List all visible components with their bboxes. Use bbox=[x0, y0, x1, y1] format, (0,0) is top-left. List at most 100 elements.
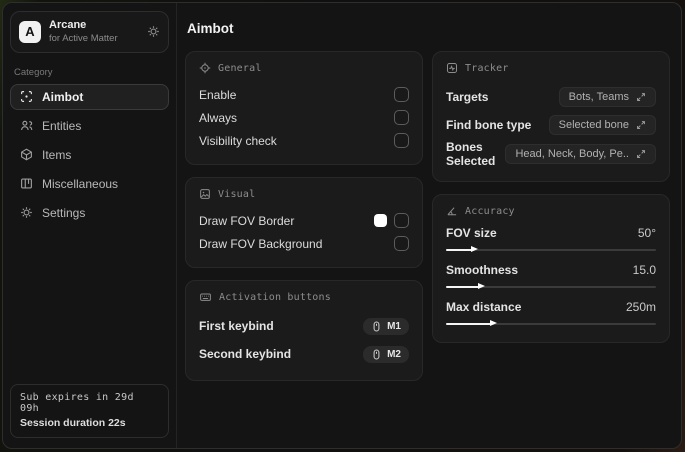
section-title: Accuracy bbox=[465, 205, 515, 217]
setting-row: Draw FOV Border bbox=[199, 209, 409, 232]
sidebar-item-settings[interactable]: Settings bbox=[10, 200, 169, 226]
right-column: Tracker Targets Bots, Teams Find bone ty… bbox=[432, 51, 670, 355]
slider-value: 50° bbox=[637, 226, 656, 240]
page-title: Aimbot bbox=[187, 21, 234, 36]
category-label: Category bbox=[14, 66, 53, 78]
slider-label: Smoothness bbox=[446, 263, 519, 277]
setting-label: Find bone type bbox=[446, 118, 532, 132]
always-checkbox[interactable] bbox=[394, 110, 409, 125]
keybind-value: M1 bbox=[387, 320, 401, 332]
cube-icon bbox=[20, 148, 33, 161]
slider-thumb[interactable] bbox=[490, 320, 498, 326]
first-keybind-button[interactable]: M1 bbox=[363, 317, 409, 335]
subscription-info: Sub expires in 29d 09h Session duration … bbox=[10, 384, 169, 438]
setting-label: Enable bbox=[199, 87, 237, 102]
smoothness-slider[interactable] bbox=[446, 282, 656, 291]
slider-value: 250m bbox=[625, 300, 656, 314]
sidebar-item-label: Items bbox=[42, 147, 72, 162]
bones-selected-dropdown[interactable]: Head, Neck, Body, Pe.. bbox=[505, 144, 656, 164]
section-title: Visual bbox=[218, 188, 256, 200]
setting-row: First keybind M1 bbox=[199, 312, 409, 340]
setting-row: Draw FOV Background bbox=[199, 232, 409, 255]
sidebar-item-label: Aimbot bbox=[42, 89, 84, 104]
slider-label: FOV size bbox=[446, 226, 497, 240]
gear-icon bbox=[20, 206, 33, 219]
sidebar-item-aimbot[interactable]: Aimbot bbox=[10, 83, 169, 110]
layout-icon bbox=[20, 177, 33, 190]
tracker-icon bbox=[446, 62, 458, 74]
sidebar-item-miscellaneous[interactable]: Miscellaneous bbox=[10, 171, 169, 197]
setting-row: Always bbox=[199, 106, 409, 129]
expand-icon bbox=[636, 149, 646, 159]
find-bone-type-dropdown[interactable]: Selected bone bbox=[548, 115, 656, 135]
main-content: Aimbot General Enable Always Visibility … bbox=[177, 3, 681, 448]
gear-icon[interactable] bbox=[147, 25, 160, 38]
app-name: Arcane bbox=[49, 19, 87, 31]
activation-buttons-section: Activation buttons First keybind M1 Seco… bbox=[185, 280, 423, 381]
sidebar: A Arcane for Active Matter Category Aimb bbox=[3, 3, 177, 448]
dropdown-value: Selected bone bbox=[558, 119, 629, 131]
expand-icon bbox=[636, 120, 646, 130]
visibility-check-checkbox[interactable] bbox=[394, 133, 409, 148]
app-subtitle: for Active Matter bbox=[49, 32, 118, 44]
section-title: Activation buttons bbox=[219, 291, 331, 303]
second-keybind-button[interactable]: M2 bbox=[363, 345, 409, 363]
sidebar-item-label: Settings bbox=[42, 205, 86, 220]
setting-row: Second keybind M2 bbox=[199, 340, 409, 368]
angle-icon bbox=[446, 205, 458, 217]
draw-fov-border-checkbox[interactable] bbox=[394, 213, 409, 228]
app-window: A Arcane for Active Matter Category Aimb bbox=[2, 2, 682, 449]
visual-section: Visual Draw FOV Border Draw FOV Backgrou… bbox=[185, 177, 423, 268]
max-distance-slider[interactable] bbox=[446, 319, 656, 328]
accuracy-section: Accuracy FOV size 50° Smoothness 15.0 Ma… bbox=[432, 194, 670, 343]
setting-row: Visibility check bbox=[199, 129, 409, 152]
sidebar-item-label: Entities bbox=[42, 118, 82, 133]
keybind-value: M2 bbox=[387, 348, 401, 360]
setting-label: First keybind bbox=[199, 319, 274, 333]
slider-thumb[interactable] bbox=[477, 283, 485, 289]
section-title: General bbox=[218, 62, 262, 74]
setting-label: Draw FOV Background bbox=[199, 236, 323, 251]
left-column: General Enable Always Visibility check V… bbox=[185, 51, 423, 393]
crosshair-scan-icon bbox=[20, 90, 33, 103]
sidebar-item-entities[interactable]: Entities bbox=[10, 113, 169, 139]
fov-size-slider[interactable] bbox=[446, 245, 656, 254]
entities-icon bbox=[20, 119, 33, 132]
setting-label: Visibility check bbox=[199, 133, 277, 148]
crosshair-icon bbox=[199, 62, 211, 74]
keyboard-icon bbox=[199, 291, 212, 303]
fov-size-slider-group: FOV size 50° bbox=[446, 226, 656, 254]
setting-label: Second keybind bbox=[199, 347, 292, 361]
draw-fov-background-checkbox[interactable] bbox=[394, 236, 409, 251]
app-logo: A bbox=[19, 20, 41, 43]
slider-label: Max distance bbox=[446, 300, 522, 314]
image-icon bbox=[199, 188, 211, 200]
app-header: A Arcane for Active Matter bbox=[10, 11, 169, 53]
expand-icon bbox=[636, 92, 646, 102]
session-duration-text: Session duration 22s bbox=[20, 417, 126, 429]
slider-value: 15.0 bbox=[632, 263, 656, 277]
setting-label: Always bbox=[199, 110, 238, 125]
max-distance-slider-group: Max distance 250m bbox=[446, 300, 656, 328]
mouse-icon bbox=[371, 349, 382, 360]
smoothness-slider-group: Smoothness 15.0 bbox=[446, 263, 656, 291]
dropdown-value: Head, Neck, Body, Pe.. bbox=[515, 148, 629, 160]
enable-checkbox[interactable] bbox=[394, 87, 409, 102]
targets-dropdown[interactable]: Bots, Teams bbox=[558, 87, 656, 107]
sidebar-item-items[interactable]: Items bbox=[10, 142, 169, 168]
dropdown-value: Bots, Teams bbox=[568, 91, 629, 103]
general-section: General Enable Always Visibility check bbox=[185, 51, 423, 165]
setting-label: Targets bbox=[446, 90, 489, 104]
sub-expiry-text: Sub expires in 29d 09h bbox=[20, 392, 134, 414]
section-title: Tracker bbox=[465, 62, 509, 74]
setting-label: Draw FOV Border bbox=[199, 213, 295, 228]
setting-label: Bones Selected bbox=[446, 140, 496, 168]
tracker-section: Tracker Targets Bots, Teams Find bone ty… bbox=[432, 51, 670, 182]
mouse-icon bbox=[371, 321, 382, 332]
setting-row: Targets Bots, Teams bbox=[446, 83, 656, 111]
setting-row: Enable bbox=[199, 83, 409, 106]
slider-thumb[interactable] bbox=[471, 246, 479, 252]
fov-border-color-swatch[interactable] bbox=[374, 214, 387, 227]
setting-row: Find bone type Selected bone bbox=[446, 111, 656, 139]
setting-row: Bones Selected Head, Neck, Body, Pe.. bbox=[446, 139, 656, 169]
